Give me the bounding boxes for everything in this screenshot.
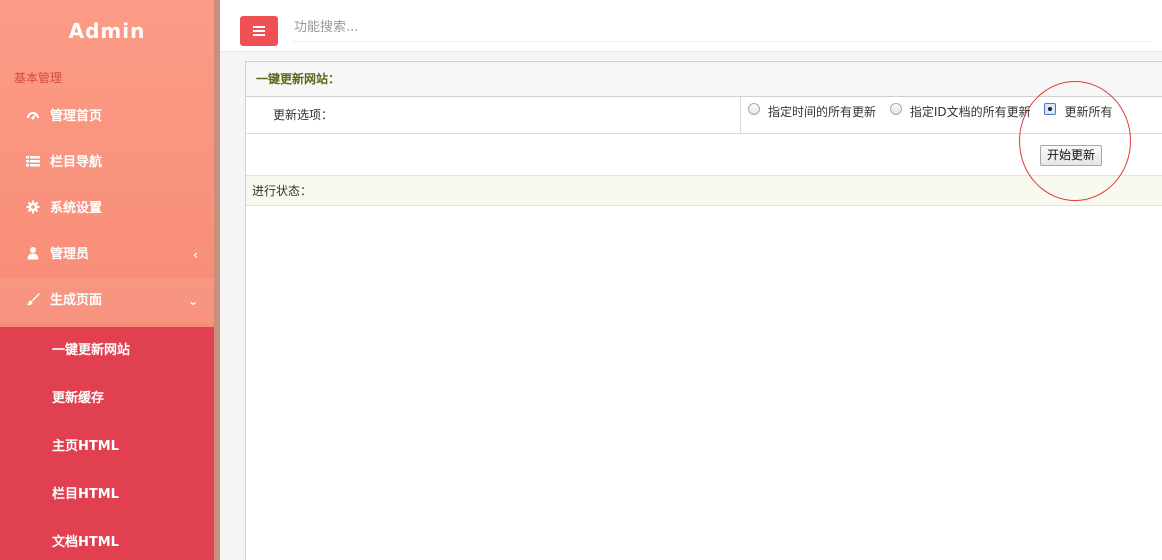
topbar (220, 0, 1162, 52)
radio-label: 指定ID文档的所有更新 (909, 105, 1031, 119)
start-update-button[interactable]: 开始更新 (1040, 145, 1103, 166)
brand-logo: Admin (68, 19, 146, 43)
user-icon (27, 247, 39, 260)
menu-toggle-button[interactable] (240, 16, 278, 46)
sidebar-item-label: 生成页面 (50, 293, 103, 308)
radio-update-all[interactable] (1044, 102, 1057, 115)
sidebar: Admin 基本管理 管理首页 栏目导航 系统设置 管理员 ‹ 生成页面 ⌄ 一… (0, 0, 220, 560)
update-site-panel: 一键更新网站： 更新选项： 指定时间的所有更新 指定ID文档的所有更新 更新所有… (245, 61, 1162, 560)
sidebar-item-generate-pages[interactable]: 生成页面 ⌄ (0, 278, 214, 324)
sidebar-item-label: 栏目导航 (50, 155, 103, 170)
update-options-label: 更新选项： (246, 97, 741, 133)
radio-update-by-time[interactable] (748, 102, 760, 115)
sidebar-item-admins[interactable]: 管理员 ‹ (0, 232, 214, 278)
radio-label: 更新所有 (1064, 105, 1113, 119)
gear-icon (26, 200, 40, 214)
submenu-generate-pages: 一键更新网站 更新缓存 主页HTML 栏目HTML 文档HTML (0, 327, 214, 560)
sidebar-scrollbar[interactable] (214, 0, 220, 560)
action-row: 开始更新 (246, 134, 1162, 175)
brush-icon (26, 293, 40, 306)
chevron-left-icon: ‹ (193, 248, 198, 262)
sidebar-item-label: 管理首页 (50, 109, 103, 124)
search-input[interactable] (292, 14, 1152, 42)
sidebar-item-label: 管理员 (50, 247, 90, 262)
sidebar-item-dashboard[interactable]: 管理首页 (0, 94, 214, 140)
submenu-item-column-html[interactable]: 栏目HTML (0, 471, 214, 519)
sidebar-item-navigation[interactable]: 栏目导航 (0, 140, 214, 186)
dashboard-icon (27, 112, 39, 120)
update-options-group: 指定时间的所有更新 指定ID文档的所有更新 更新所有 (748, 97, 1122, 133)
sidebar-item-label: 系统设置 (50, 201, 103, 216)
section-label: 基本管理 (14, 71, 63, 85)
radio-label: 指定时间的所有更新 (768, 105, 877, 119)
radio-update-by-id[interactable] (889, 102, 902, 115)
submenu-item-document-html[interactable]: 文档HTML (0, 519, 214, 560)
update-options-row: 更新选项： 指定时间的所有更新 指定ID文档的所有更新 更新所有 (246, 97, 1162, 134)
submenu-item-update-cache[interactable]: 更新缓存 (0, 375, 214, 423)
chevron-down-icon: ⌄ (187, 294, 198, 308)
submenu-item-update-site[interactable]: 一键更新网站 (0, 327, 214, 375)
list-icon (26, 156, 40, 167)
hamburger-icon (253, 34, 265, 36)
hamburger-icon (253, 30, 265, 32)
progress-status: 进行状态： (246, 175, 1162, 206)
panel-title: 一键更新网站： (246, 62, 1162, 97)
submenu-item-home-html[interactable]: 主页HTML (0, 423, 214, 471)
sidebar-item-settings[interactable]: 系统设置 (0, 186, 214, 232)
hamburger-icon (253, 26, 265, 28)
